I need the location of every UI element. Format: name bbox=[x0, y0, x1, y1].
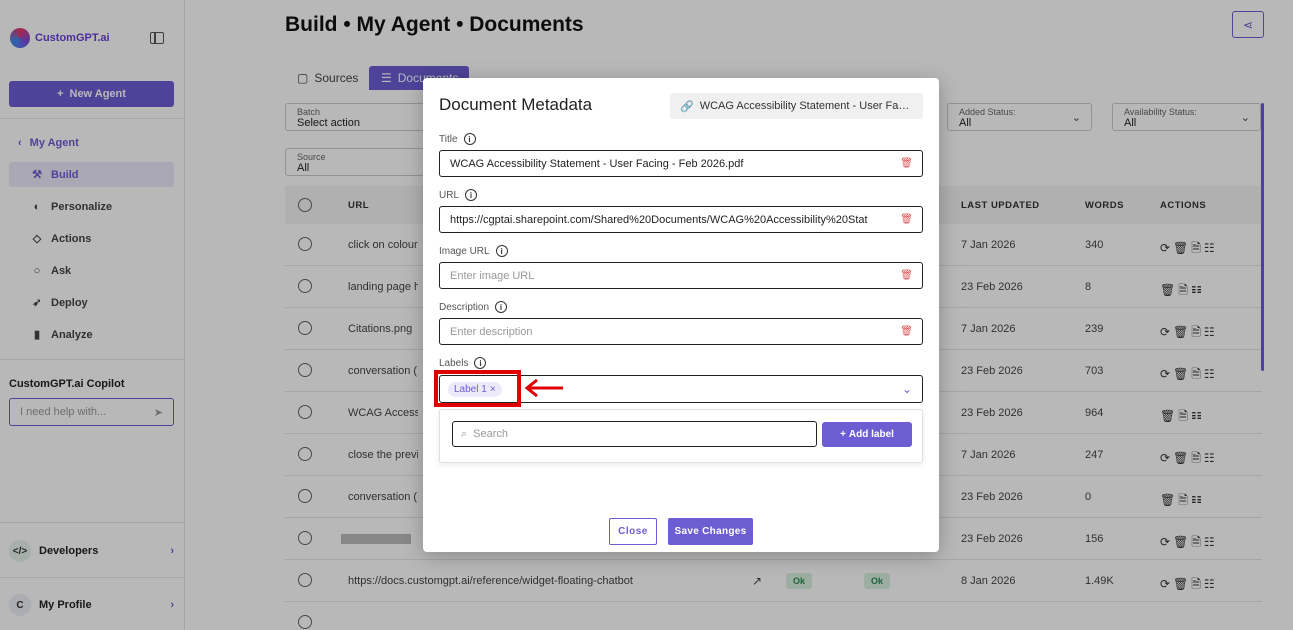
add-label-text: Add label bbox=[848, 429, 894, 440]
field-label-text: URL bbox=[439, 189, 460, 201]
link-icon: 🔗 bbox=[680, 100, 694, 113]
title-field[interactable]: WCAG Accessibility Statement - User Faci… bbox=[439, 150, 923, 177]
trash-icon[interactable]: 🗑 bbox=[900, 214, 913, 225]
image-url-label: Image URL i bbox=[439, 245, 508, 257]
info-icon[interactable]: i bbox=[465, 189, 478, 201]
search-placeholder: Search bbox=[473, 428, 509, 440]
trash-icon[interactable]: 🗑 bbox=[900, 158, 913, 169]
info-icon[interactable]: i bbox=[495, 245, 508, 257]
title-value: WCAG Accessibility Statement - User Faci… bbox=[450, 157, 744, 170]
field-label-text: Labels bbox=[439, 357, 469, 369]
info-icon[interactable]: i bbox=[495, 301, 508, 313]
annotation-arrow-icon bbox=[524, 378, 563, 398]
trash-icon[interactable]: 🗑 bbox=[900, 270, 913, 281]
url-field[interactable]: https://cgptai.sharepoint.com/Shared%20D… bbox=[439, 206, 923, 233]
plus-icon: + bbox=[840, 429, 846, 440]
app-root: CustomGPT.ai + New Agent ‹ My Agent ⚒ Bu… bbox=[0, 0, 1293, 630]
close-button[interactable]: Close bbox=[609, 518, 657, 545]
labels-dropdown: ⌕ Search + Add label bbox=[439, 409, 923, 463]
trash-icon[interactable]: 🗑 bbox=[900, 326, 913, 337]
save-changes-button[interactable]: Save Changes bbox=[668, 518, 753, 545]
label-search-input[interactable]: ⌕ Search bbox=[452, 421, 817, 447]
field-label-text: Image URL bbox=[439, 245, 490, 257]
field-label-text: Description bbox=[439, 301, 490, 313]
add-label-button[interactable]: + Add label bbox=[822, 422, 912, 447]
url-label: URL i bbox=[439, 189, 478, 201]
description-label: Description i bbox=[439, 301, 508, 313]
modal-title: Document Metadata bbox=[439, 95, 593, 114]
document-metadata-modal: Document Metadata 🔗 WCAG Accessibility S… bbox=[423, 78, 939, 552]
url-value: https://cgptai.sharepoint.com/Shared%20D… bbox=[450, 213, 868, 226]
document-link-chip[interactable]: 🔗 WCAG Accessibility Statement - User Fa… bbox=[670, 93, 923, 119]
info-icon[interactable]: i bbox=[463, 133, 476, 145]
document-link-text: WCAG Accessibility Statement - User Faci… bbox=[699, 100, 913, 112]
chevron-down-icon[interactable]: ⌄ bbox=[902, 382, 912, 396]
annotation-highlight-box bbox=[434, 370, 521, 407]
description-placeholder: Enter description bbox=[450, 325, 533, 338]
title-label: Title i bbox=[439, 133, 476, 145]
search-icon: ⌕ bbox=[461, 427, 468, 440]
info-icon[interactable]: i bbox=[474, 357, 487, 369]
field-label-text: Title bbox=[439, 133, 458, 145]
image-url-field[interactable]: Enter image URL 🗑 bbox=[439, 262, 923, 289]
image-url-placeholder: Enter image URL bbox=[450, 269, 535, 282]
labels-label: Labels i bbox=[439, 357, 487, 369]
description-field[interactable]: Enter description 🗑 bbox=[439, 318, 923, 345]
